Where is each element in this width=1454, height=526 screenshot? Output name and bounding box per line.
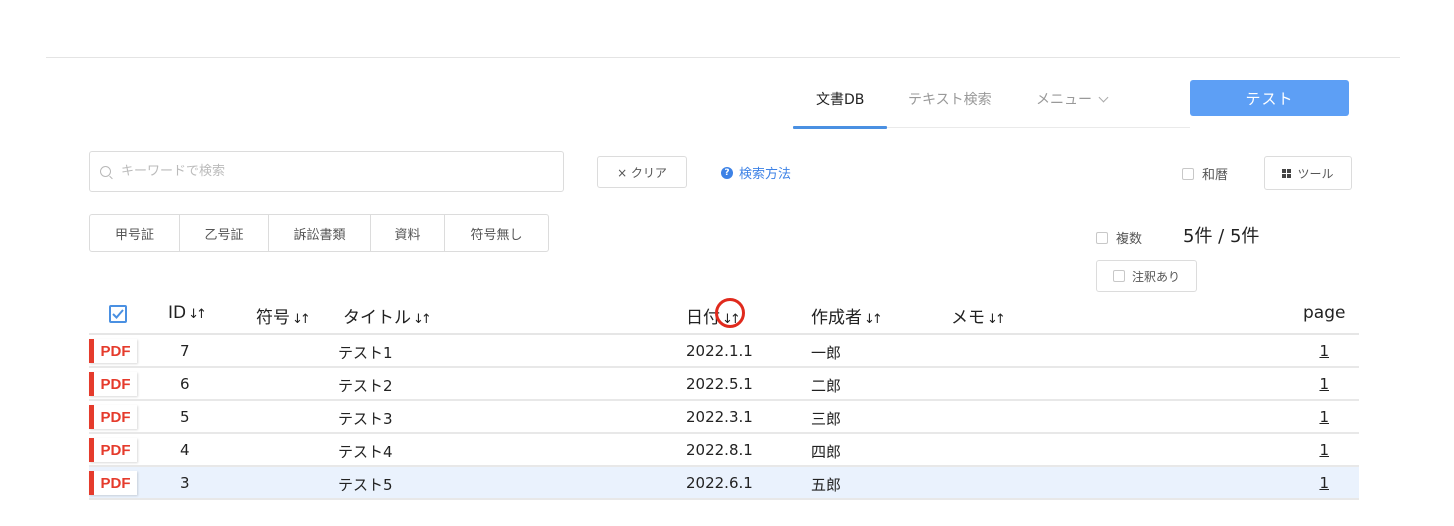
table-row[interactable]: PDF 5 テスト3 2022.3.1 三郎 1	[89, 401, 1359, 434]
clear-button-label: × クリア	[617, 165, 667, 180]
cell-title: テスト1	[338, 344, 393, 362]
select-all-checkbox[interactable]	[109, 305, 127, 323]
checkbox-icon[interactable]	[1096, 231, 1108, 244]
filter-tab-no-code[interactable]: 符号無し	[445, 215, 548, 251]
nav-tab-document-db[interactable]: 文書DB	[816, 89, 864, 109]
sort-icon: ↓↑	[292, 312, 311, 327]
pdf-icon[interactable]: PDF	[89, 339, 137, 363]
sort-icon: ↓↑	[864, 312, 883, 327]
cell-date: 2022.1.1	[686, 342, 753, 360]
checkbox-icon[interactable]	[1112, 270, 1125, 282]
table-row[interactable]: PDF 4 テスト4 2022.8.1 四郎 1	[89, 434, 1359, 467]
question-icon: ?	[721, 166, 733, 179]
annotation-label: 注釈あり	[1131, 269, 1180, 284]
cell-id: 5	[180, 408, 190, 426]
table-row[interactable]: PDF 6 テスト2 2022.5.1 二郎 1	[89, 368, 1359, 401]
table-row[interactable]: PDF 7 テスト1 2022.1.1 一郎 1	[89, 335, 1359, 368]
search-box[interactable]	[89, 151, 564, 192]
column-header-page: page	[1303, 303, 1346, 323]
sort-icon: ↓↑	[413, 312, 432, 327]
cell-author: 四郎	[811, 443, 842, 461]
active-tab-indicator	[793, 126, 887, 129]
page-link[interactable]: 1	[1319, 441, 1329, 459]
column-header-code[interactable]: 符号 ↓↑	[256, 303, 311, 328]
multiple-label: 複数	[1116, 232, 1143, 247]
test-button[interactable]: テスト	[1190, 80, 1349, 116]
column-header-author[interactable]: 作成者 ↓↑	[811, 303, 883, 328]
chevron-down-icon	[1098, 92, 1109, 103]
clear-button[interactable]: × クリア	[597, 156, 687, 188]
pdf-icon[interactable]: PDF	[89, 372, 137, 396]
filter-tab-litigation-docs[interactable]: 訴訟書類	[269, 215, 371, 251]
cell-title: テスト4	[338, 443, 393, 461]
pdf-icon[interactable]: PDF	[89, 438, 137, 462]
category-filter-tabs: 甲号証 乙号証 訴訟書類 資料 符号無し	[89, 214, 549, 252]
page-link[interactable]: 1	[1319, 342, 1329, 360]
pdf-icon[interactable]: PDF	[89, 471, 137, 495]
column-header-id[interactable]: ID ↓↑	[168, 303, 207, 323]
cell-date: 2022.8.1	[686, 441, 753, 459]
checkbox-icon[interactable]	[1182, 167, 1194, 180]
filter-tab-otsugosho[interactable]: 乙号証	[180, 215, 269, 251]
search-input[interactable]	[119, 163, 563, 180]
wareki-label: 和暦	[1202, 168, 1229, 183]
multiple-checkbox[interactable]: 複数	[1096, 228, 1142, 247]
search-help-link[interactable]: ? 検索方法	[721, 163, 791, 182]
sort-icon: ↓↑	[987, 312, 1006, 327]
column-header-memo[interactable]: メモ ↓↑	[951, 303, 1006, 328]
filter-tab-materials[interactable]: 資料	[371, 215, 445, 251]
cell-id: 4	[180, 441, 190, 459]
cell-date: 2022.5.1	[686, 375, 753, 393]
nav-menu-dropdown[interactable]: メニュー	[1036, 89, 1109, 109]
wareki-checkbox[interactable]: 和暦	[1182, 164, 1228, 183]
filter-tab-kogosho[interactable]: 甲号証	[90, 215, 180, 251]
highlight-circle-annotation	[715, 298, 745, 328]
table-row-selected[interactable]: PDF 3 テスト5 2022.6.1 五郎 1	[89, 467, 1359, 500]
column-header-title[interactable]: タイトル ↓↑	[343, 303, 432, 328]
cell-date: 2022.6.1	[686, 474, 753, 492]
cell-author: 五郎	[811, 476, 842, 494]
nav-divider	[887, 127, 1190, 128]
nav-tab-text-search[interactable]: テキスト検索	[908, 89, 992, 109]
search-help-label: 検索方法	[739, 167, 792, 182]
pdf-icon[interactable]: PDF	[89, 405, 137, 429]
cell-date: 2022.3.1	[686, 408, 753, 426]
page-link[interactable]: 1	[1319, 408, 1329, 426]
header-divider	[46, 57, 1400, 58]
cell-author: 二郎	[811, 377, 842, 395]
cell-title: テスト3	[338, 410, 393, 428]
cell-title: テスト5	[338, 476, 393, 494]
cell-author: 一郎	[811, 344, 842, 362]
search-icon	[100, 166, 111, 177]
cell-id: 7	[180, 342, 190, 360]
page-link[interactable]: 1	[1319, 474, 1329, 492]
sort-icon: ↓↑	[188, 307, 207, 322]
tool-button[interactable]: ツール	[1264, 156, 1352, 190]
tool-button-label: ツール	[1297, 166, 1334, 181]
annotation-filter-button[interactable]: 注釈あり	[1096, 260, 1197, 292]
cell-author: 三郎	[811, 410, 842, 428]
cell-id: 6	[180, 375, 190, 393]
result-count: 5件 / 5件	[1183, 226, 1260, 247]
nav-menu-label: メニュー	[1036, 92, 1092, 108]
cell-title: テスト2	[338, 377, 393, 395]
grid-icon	[1282, 168, 1292, 178]
page-link[interactable]: 1	[1319, 375, 1329, 393]
check-icon	[112, 309, 124, 319]
cell-id: 3	[180, 474, 190, 492]
